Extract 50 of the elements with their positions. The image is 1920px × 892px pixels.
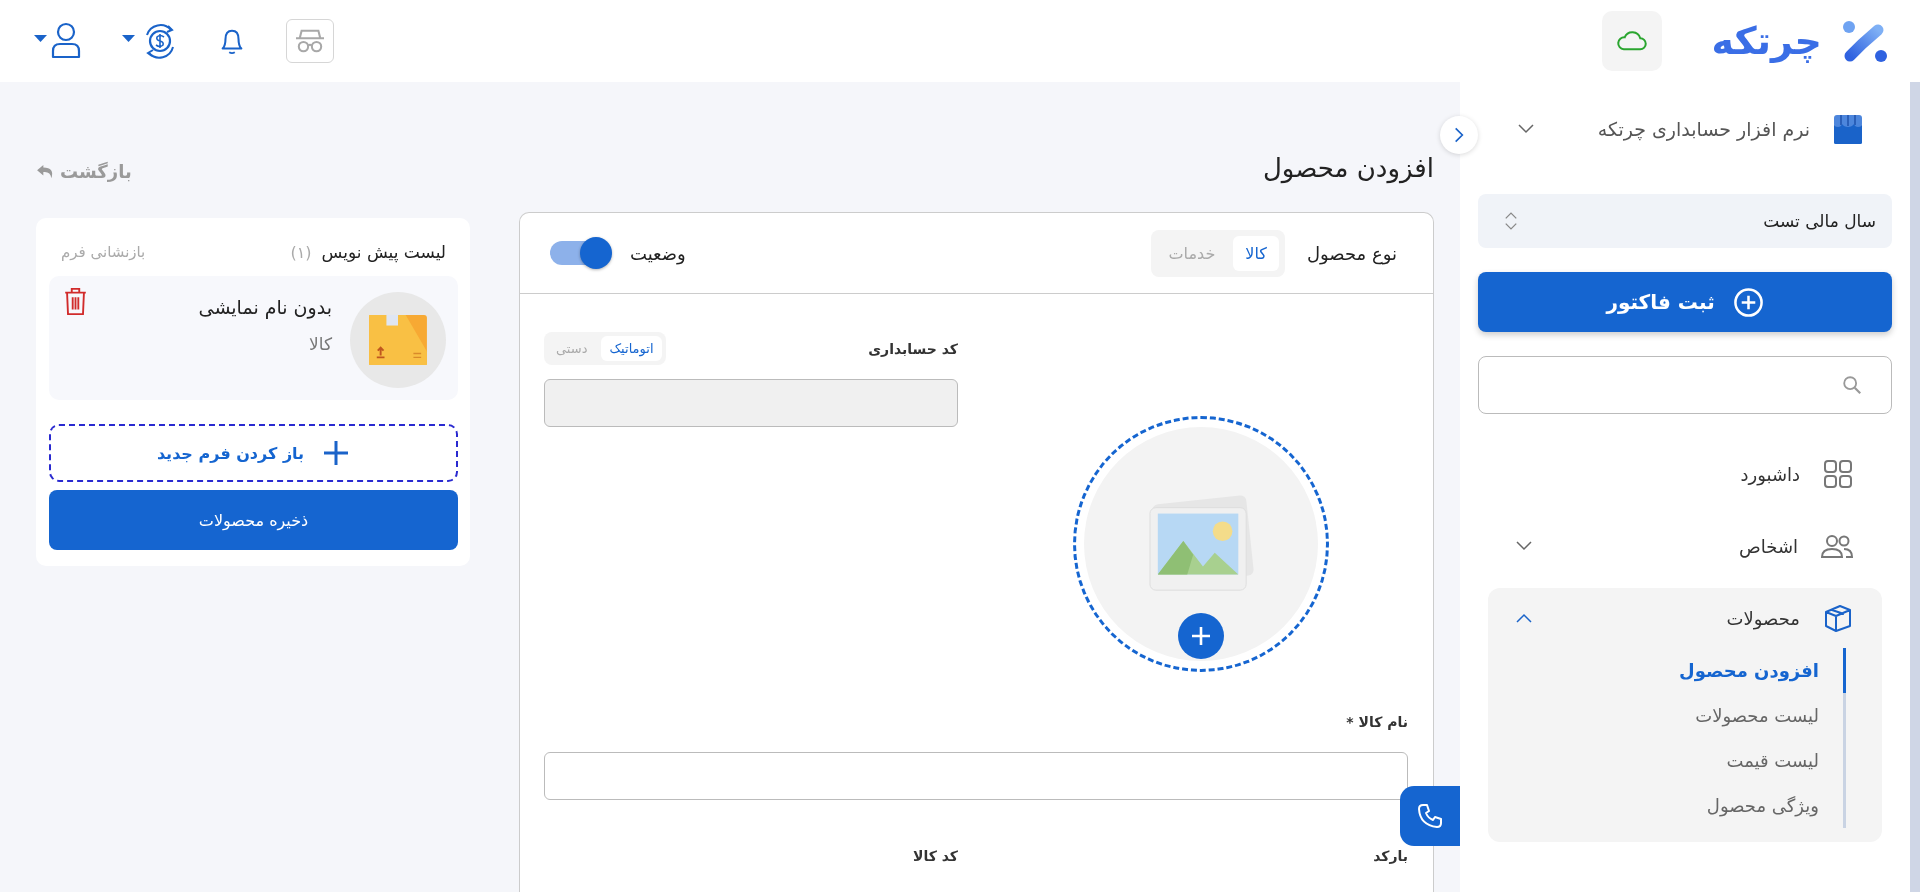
plus-icon <box>322 439 351 467</box>
cloud-icon <box>1614 30 1649 52</box>
grid-icon <box>1822 458 1854 490</box>
submenu-item[interactable]: ویژگی محصول <box>1488 783 1846 828</box>
brand-name: چرتکه <box>1711 19 1822 63</box>
register-invoice-button[interactable]: ثبت فاکتور <box>1478 272 1892 332</box>
page-title: افزودن محصول <box>1261 152 1434 186</box>
menu-item[interactable]: محصولات <box>1554 607 1800 629</box>
chevron-up-icon[interactable] <box>1516 613 1532 623</box>
draft-type: کالا <box>308 334 332 354</box>
field-label: نوع محصول <box>1306 242 1397 264</box>
cloud-button[interactable] <box>1601 11 1662 71</box>
trash-icon[interactable] <box>63 286 88 316</box>
box-icon <box>367 313 429 367</box>
plus-icon <box>1189 624 1213 648</box>
submenu-item[interactable]: لیست قیمت <box>1488 738 1846 783</box>
chevron-down-icon[interactable] <box>1518 124 1534 134</box>
plus-circle-icon <box>1732 286 1764 318</box>
phone-icon <box>1416 802 1444 830</box>
phone-button[interactable] <box>1400 786 1460 846</box>
menu-item[interactable]: داشبورد <box>1516 463 1800 485</box>
store-icon <box>1832 114 1864 144</box>
menu-item[interactable]: اشخاص <box>1554 535 1798 557</box>
new-form-button[interactable]: باز کردن فرم جدید <box>49 424 458 482</box>
draft-list-title: لیست پیش نویس <box>321 242 446 262</box>
field-label: وضعیت <box>630 242 686 264</box>
chevron-down-icon[interactable] <box>1516 541 1532 551</box>
image-upload-area[interactable] <box>1073 416 1329 672</box>
search-icon <box>1841 374 1863 396</box>
field-label: کد حسابداری <box>868 340 958 357</box>
submenu-item[interactable]: افزودن محصول <box>1488 648 1846 693</box>
save-products-button[interactable]: ذخیره محصولات <box>49 490 458 550</box>
box-outline-icon <box>1822 602 1854 634</box>
product-name-field[interactable] <box>544 752 1408 800</box>
sort-arrows-icon <box>1504 211 1518 231</box>
submenu-item[interactable]: لیست محصولات <box>1488 693 1846 738</box>
field-label: نام کالا * <box>1345 714 1408 730</box>
field-label: کد کالا <box>913 848 958 864</box>
segment-option[interactable]: کالا <box>1233 235 1279 271</box>
company-name: نرم افزار حسابداری چرتکه <box>1596 118 1810 140</box>
draft-item[interactable]: بدون نام نمایشی کالا <box>49 276 458 400</box>
search-field[interactable] <box>1478 356 1892 414</box>
draft-count: (۱) <box>290 242 312 262</box>
incognito-icon <box>293 27 327 55</box>
field-label: بارکد <box>1373 848 1408 864</box>
chevron-right-icon <box>1454 126 1464 144</box>
people-icon <box>1820 532 1854 560</box>
fiscal-year-select[interactable]: سال مالی تست <box>1478 194 1892 248</box>
user-icon[interactable] <box>34 21 82 61</box>
draft-name: بدون نام نمایشی <box>197 296 332 318</box>
